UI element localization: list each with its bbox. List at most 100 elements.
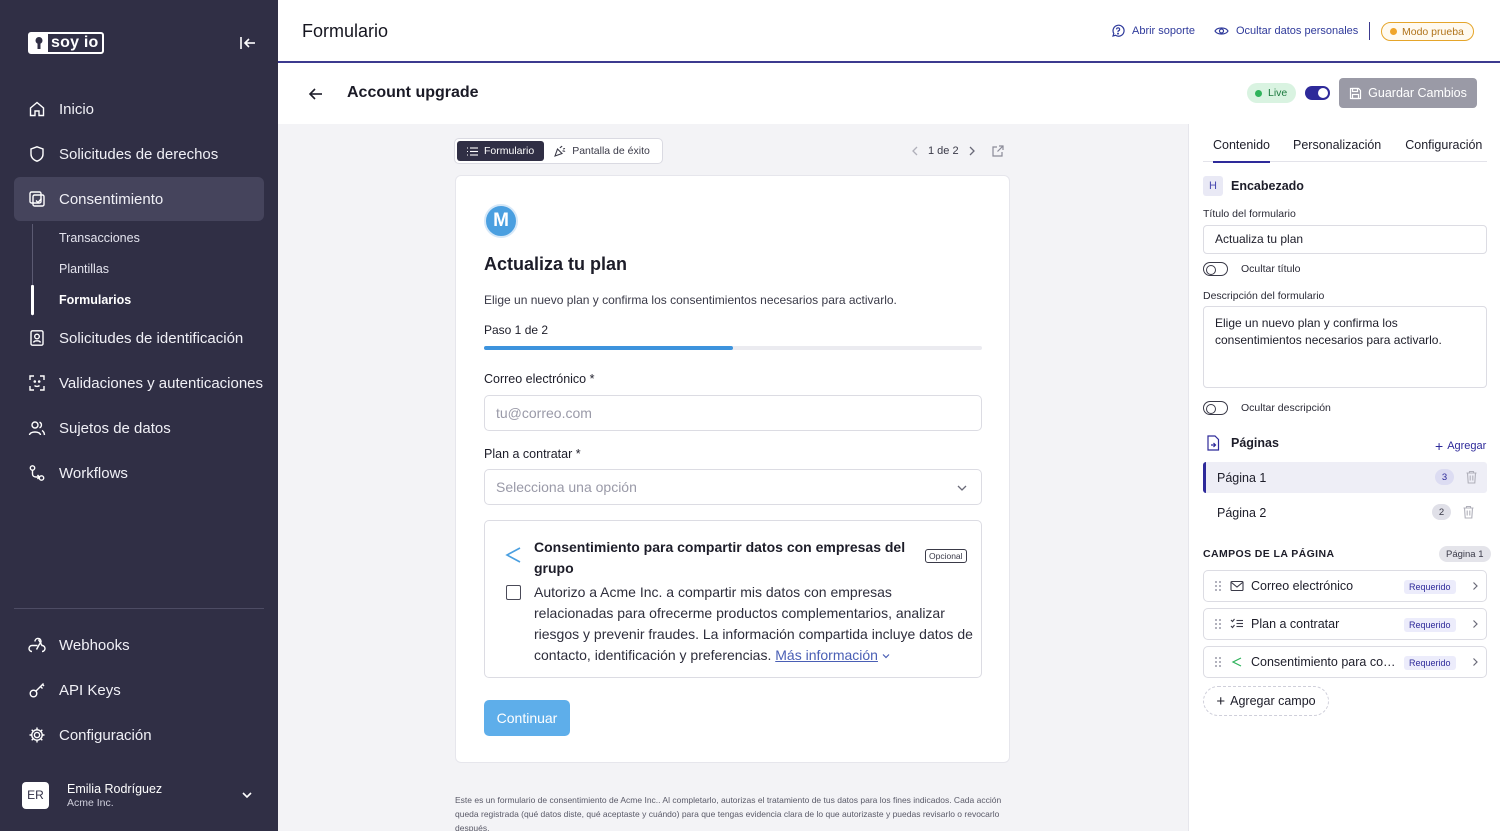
more-info-link[interactable]: Más información — [775, 647, 878, 663]
chevron-right-icon — [1473, 658, 1478, 666]
add-label: Agregar — [1447, 440, 1487, 452]
sidebar-item-inicio[interactable]: Inicio — [14, 87, 264, 131]
current-page-badge: Página 1 — [1439, 546, 1491, 562]
sidebar-subitem-formularios[interactable]: Formularios — [59, 293, 131, 307]
add-page-button[interactable]: + Agregar — [1435, 438, 1486, 454]
logo-text: soy io — [51, 34, 99, 51]
form-title-input[interactable]: Actualiza tu plan — [1203, 225, 1487, 254]
continue-button[interactable]: Continuar — [484, 700, 570, 736]
trash-icon[interactable] — [1465, 470, 1478, 484]
plus-icon: + — [1216, 692, 1226, 710]
field-item[interactable]: Correo electrónico Requerido — [1203, 570, 1487, 602]
live-toggle[interactable] — [1305, 86, 1330, 100]
progress-bar — [484, 346, 982, 350]
add-field-button[interactable]: + Agregar campo — [1203, 686, 1329, 716]
page-item[interactable]: Página 2 2 — [1203, 497, 1487, 528]
sidebar-item-sujetos[interactable]: Sujetos de datos — [14, 406, 264, 450]
sidebar-item-configuracion[interactable]: Configuración — [14, 713, 264, 757]
sidebar-item-solicitudes-derechos[interactable]: Solicitudes de derechos — [14, 132, 264, 176]
sidebar-item-label: API Keys — [59, 681, 121, 699]
sidebar-item-solicitudes-identificacion[interactable]: Solicitudes de identificación — [14, 316, 264, 360]
share-icon — [1231, 657, 1242, 667]
page-fields-title: CAMPOS DE LA PÁGINA — [1203, 548, 1335, 560]
hide-description-toggle[interactable] — [1203, 401, 1228, 415]
hide-title-label: Ocultar título — [1241, 263, 1301, 275]
sidebar-divider — [14, 608, 264, 609]
page-item[interactable]: Página 1 3 — [1203, 462, 1487, 493]
page-name: Página 1 — [1217, 470, 1267, 485]
tab-label: Pantalla de éxito — [572, 145, 650, 157]
user-name: Emilia Rodríguez — [67, 782, 163, 796]
sidebar-subitem-transacciones[interactable]: Transacciones — [59, 231, 140, 245]
save-button[interactable]: Guardar Cambios — [1339, 78, 1477, 108]
field-item[interactable]: Plan a contratar Requerido — [1203, 608, 1487, 640]
step-label: Paso 1 de 2 — [484, 323, 549, 337]
field-item[interactable]: Consentimiento para compartir datos con … — [1203, 646, 1487, 678]
form-description-textarea[interactable]: Elige un nuevo plan y confirma los conse… — [1203, 306, 1487, 388]
sidebar-item-webhooks[interactable]: Webhooks — [14, 623, 264, 667]
external-link-icon[interactable] — [991, 144, 1005, 158]
page-title: Formulario — [302, 21, 389, 41]
tab-formulario[interactable]: Formulario — [457, 141, 545, 161]
consent-checkbox[interactable] — [506, 585, 521, 600]
test-mode-label: Modo prueba — [1402, 25, 1464, 38]
tab-configuracion[interactable]: Configuración — [1405, 138, 1482, 162]
hide-personal-data-link[interactable]: Ocultar datos personales — [1214, 24, 1358, 38]
plan-select[interactable]: Selecciona una opción — [484, 469, 982, 505]
drag-handle-icon[interactable] — [1214, 656, 1222, 668]
sidebar-item-label: Configuración — [59, 726, 152, 744]
consent-body: Autorizo a Acme Inc. a compartir mis dat… — [534, 584, 973, 663]
back-arrow-icon[interactable] — [306, 84, 326, 104]
sidebar-item-workflows[interactable]: Workflows — [14, 451, 264, 495]
brand-avatar: M — [484, 204, 518, 238]
sidebar-item-label: Solicitudes de identificación — [59, 329, 244, 347]
share-icon — [505, 547, 521, 563]
sidebar-item-validaciones[interactable]: Validaciones y autenticaciones — [14, 361, 264, 405]
chevron-left-icon[interactable] — [908, 144, 922, 158]
tab-contenido[interactable]: Contenido — [1213, 138, 1270, 163]
tab-pantalla-exito[interactable]: Pantalla de éxito — [544, 141, 660, 161]
form-description: Elige un nuevo plan y confirma los conse… — [484, 293, 897, 307]
top-bar: Formulario Abrir soporte Ocultar datos p… — [278, 0, 1500, 63]
drag-handle-icon[interactable] — [1214, 618, 1222, 630]
test-mode-badge[interactable]: Modo prueba — [1381, 22, 1474, 41]
support-label: Abrir soporte — [1132, 25, 1195, 37]
sidebar-subitem-plantillas[interactable]: Plantillas — [59, 262, 109, 276]
keyhole-icon — [30, 34, 48, 52]
sidebar-item-api-keys[interactable]: API Keys — [14, 668, 264, 712]
chevron-right-icon — [1473, 582, 1478, 590]
status-dot — [1390, 28, 1397, 35]
pages-icon — [1207, 435, 1220, 451]
sidebar-item-label: Validaciones y autenticaciones — [59, 374, 264, 392]
hide-desc-toggle-row: Ocultar descripción — [1203, 401, 1331, 415]
logo[interactable]: soy io — [28, 32, 105, 54]
sidebar-item-label: Consentimiento — [59, 190, 164, 208]
optional-badge: Opcional — [925, 549, 967, 563]
hide-title-toggle[interactable] — [1203, 262, 1228, 276]
hide-data-label: Ocultar datos personales — [1236, 25, 1359, 37]
form-title: Actualiza tu plan — [484, 254, 628, 274]
consent-block: Consentimiento para compartir datos con … — [484, 520, 982, 678]
sidebar-item-consentimiento[interactable]: Consentimiento — [14, 177, 264, 221]
sidebar: soy io Inicio Solicitudes de derechos Co… — [0, 0, 278, 831]
sidebar-item-label: Solicitudes de derechos — [59, 145, 219, 163]
field-count-badge: 3 — [1435, 469, 1454, 485]
topbar-divider — [1369, 22, 1370, 40]
email-field[interactable]: tu@correo.com — [484, 395, 982, 431]
page-pager: 1 de 2 — [908, 144, 979, 158]
sidebar-item-label: Webhooks — [59, 636, 130, 654]
user-menu[interactable]: ER Emilia Rodríguez Acme Inc. — [14, 772, 264, 818]
plan-label: Plan a contratar * — [484, 447, 581, 461]
required-badge: Requerido — [1404, 618, 1456, 632]
editor-tabs: Contenido Personalización Configuración — [1203, 138, 1487, 163]
chevron-right-icon[interactable] — [965, 144, 979, 158]
sidebar-item-label: Sujetos de datos — [59, 419, 171, 437]
tab-personalizacion[interactable]: Personalización — [1293, 138, 1381, 162]
support-link[interactable]: Abrir soporte — [1111, 24, 1195, 38]
collapse-sidebar-icon[interactable] — [238, 34, 258, 52]
drag-handle-icon[interactable] — [1214, 580, 1222, 592]
field-name: Correo electrónico — [1251, 579, 1354, 593]
required-badge: Requerido — [1404, 580, 1456, 594]
section-title: Encabezado — [1231, 179, 1304, 193]
trash-icon[interactable] — [1462, 505, 1475, 519]
